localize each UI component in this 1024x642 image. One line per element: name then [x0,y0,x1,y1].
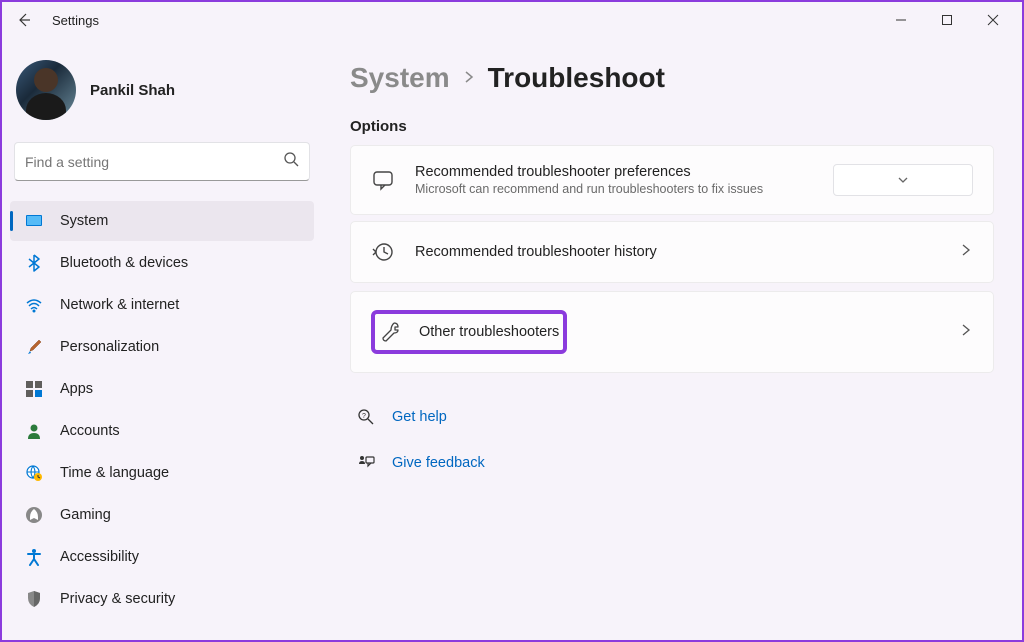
preferences-dropdown[interactable] [833,164,973,196]
sidebar-item-privacy[interactable]: Privacy & security [10,579,314,619]
breadcrumb: System Troubleshoot [350,62,994,94]
feedback-icon [356,453,376,473]
paintbrush-icon [24,337,44,357]
wifi-icon [24,295,44,315]
profile-name: Pankil Shah [90,82,175,99]
person-icon [24,421,44,441]
apps-icon [24,379,44,399]
window-title: Settings [52,13,99,28]
profile-block[interactable]: Pankil Shah [10,48,314,132]
highlight-annotation: Other troubleshooters [371,310,567,354]
svg-text:?: ? [362,413,366,420]
link-label: Give feedback [392,455,485,471]
shield-icon [24,589,44,609]
card-title: Recommended troubleshooter preferences [415,164,817,180]
wrench-icon [379,320,403,344]
sidebar: Pankil Shah System Bluetooth & devices N… [2,38,322,640]
history-icon [371,240,395,264]
sidebar-item-apps[interactable]: Apps [10,369,314,409]
chevron-right-icon [462,68,476,89]
search-icon [283,151,299,172]
card-troubleshooter-history[interactable]: Recommended troubleshooter history [350,221,994,283]
avatar [16,60,76,120]
chevron-down-icon [897,174,909,186]
card-title: Recommended troubleshooter history [415,244,943,260]
back-button[interactable] [8,4,40,36]
accessibility-icon [24,547,44,567]
minimize-button[interactable] [878,4,924,36]
sidebar-item-system[interactable]: System [10,201,314,241]
breadcrumb-current: Troubleshoot [488,62,665,94]
link-give-feedback[interactable]: Give feedback [350,445,994,481]
card-desc: Microsoft can recommend and run troubles… [415,182,817,196]
globe-clock-icon [24,463,44,483]
sidebar-item-accounts[interactable]: Accounts [10,411,314,451]
sidebar-item-gaming[interactable]: Gaming [10,495,314,535]
search-input[interactable] [14,142,310,181]
sidebar-item-accessibility[interactable]: Accessibility [10,537,314,577]
link-label: Get help [392,409,447,425]
sidebar-item-network[interactable]: Network & internet [10,285,314,325]
help-icon: ? [356,407,376,427]
main-content: System Troubleshoot Options Recommended … [322,38,1022,640]
sidebar-item-personalization[interactable]: Personalization [10,327,314,367]
link-get-help[interactable]: ? Get help [350,399,994,435]
gaming-icon [24,505,44,525]
close-button[interactable] [970,4,1016,36]
card-title: Other troubleshooters [419,324,559,340]
display-icon [24,211,44,231]
search-field[interactable] [25,154,283,170]
card-recommended-preferences[interactable]: Recommended troubleshooter preferences M… [350,145,994,215]
maximize-button[interactable] [924,4,970,36]
sidebar-item-bluetooth[interactable]: Bluetooth & devices [10,243,314,283]
bluetooth-icon [24,253,44,273]
section-title: Options [350,118,994,135]
chevron-right-icon [943,323,973,342]
chat-icon [371,168,395,192]
sidebar-item-time[interactable]: Time & language [10,453,314,493]
chevron-right-icon [943,243,973,262]
breadcrumb-parent[interactable]: System [350,62,450,94]
card-other-troubleshooters[interactable]: Other troubleshooters [350,291,994,373]
